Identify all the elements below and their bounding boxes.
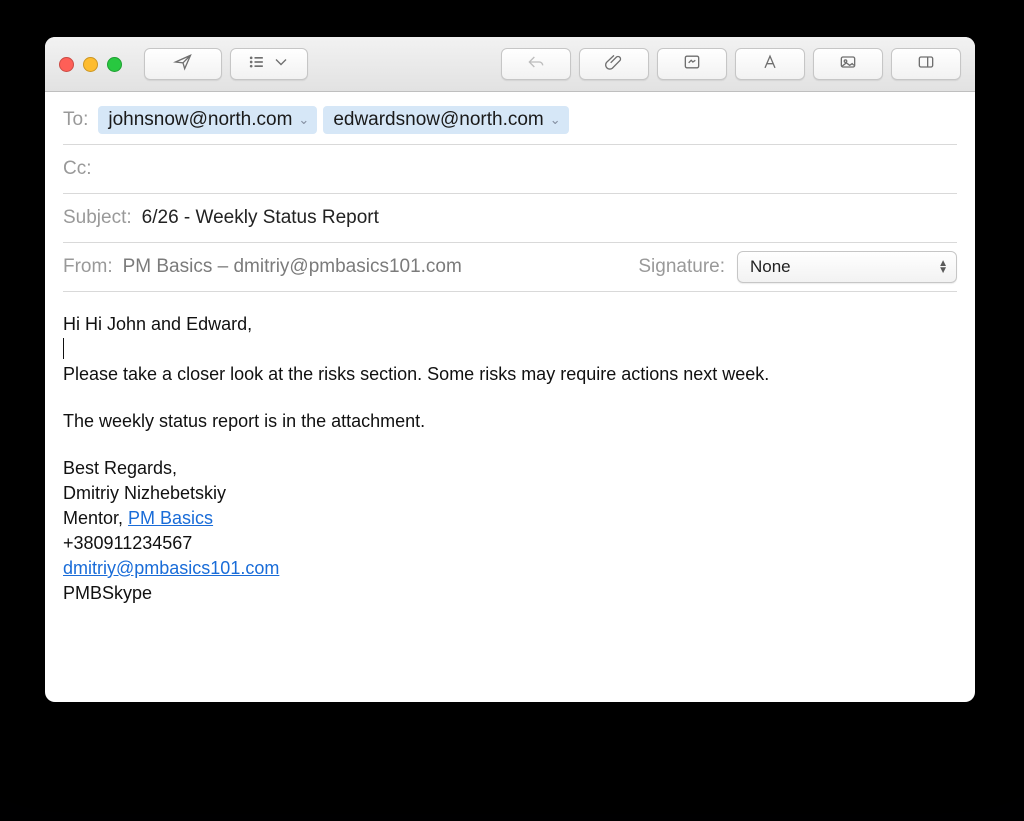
signature-value: None: [750, 257, 791, 277]
send-button[interactable]: [144, 48, 222, 80]
body-role-prefix: Mentor,: [63, 508, 128, 528]
minimize-button[interactable]: [83, 57, 98, 72]
from-value: PM Basics – dmitriy@pmbasics101.com: [123, 256, 462, 278]
recipient-email: johnsnow@north.com: [108, 109, 292, 131]
body-p2: The weekly status report is in the attac…: [63, 409, 957, 434]
message-body[interactable]: Hi Hi John and Edward, Please take a clo…: [45, 292, 975, 702]
chevron-down-icon: ⌄: [550, 112, 561, 128]
body-email-link[interactable]: dmitriy@pmbasics101.com: [63, 558, 279, 578]
recipient-chip[interactable]: johnsnow@north.com ⌄: [98, 106, 317, 134]
from-row: From: PM Basics – dmitriy@pmbasics101.co…: [63, 243, 957, 292]
font-a-icon: [760, 52, 780, 77]
role-link[interactable]: PM Basics: [128, 508, 213, 528]
reply-arrow-icon: [526, 52, 546, 77]
recipient-chip[interactable]: edwardsnow@north.com ⌄: [323, 106, 568, 134]
titlebar: [45, 37, 975, 92]
photo-browser-button[interactable]: [813, 48, 883, 80]
cc-row[interactable]: Cc:: [63, 145, 957, 194]
to-label: To:: [63, 109, 90, 131]
reply-button[interactable]: [501, 48, 571, 80]
subject-label: Subject:: [63, 207, 134, 229]
body-name: Dmitriy Nizhebetskiy: [63, 481, 957, 506]
chevron-down-icon: [271, 52, 291, 77]
signature-select[interactable]: None ▲▼: [737, 251, 957, 283]
header-fields: To: johnsnow@north.com ⌄ edwardsnow@nort…: [45, 92, 975, 292]
attach-button[interactable]: [579, 48, 649, 80]
body-role-line: Mentor, PM Basics: [63, 506, 957, 531]
format-button[interactable]: [735, 48, 805, 80]
list-icon: [247, 52, 267, 77]
body-closing: Best Regards,: [63, 456, 957, 481]
markup-button[interactable]: [657, 48, 727, 80]
zoom-button[interactable]: [107, 57, 122, 72]
stepper-icon: ▲▼: [938, 260, 948, 274]
cc-label: Cc:: [63, 158, 94, 180]
recipient-email: edwardsnow@north.com: [333, 109, 543, 131]
to-chips: johnsnow@north.com ⌄ edwardsnow@north.co…: [98, 106, 568, 134]
body-phone: +380911234567: [63, 531, 957, 556]
compose-window: To: johnsnow@north.com ⌄ edwardsnow@nort…: [45, 37, 975, 702]
paper-plane-icon: [173, 52, 193, 77]
from-label: From:: [63, 256, 115, 278]
chevron-down-icon: ⌄: [298, 112, 309, 128]
body-greeting: Hi Hi John and Edward,: [63, 312, 957, 337]
close-button[interactable]: [59, 57, 74, 72]
sidebar-toggle-button[interactable]: [891, 48, 961, 80]
traffic-lights: [59, 57, 122, 72]
markup-icon: [682, 52, 702, 77]
body-skype: PMBSkype: [63, 581, 957, 606]
header-fields-button[interactable]: [230, 48, 308, 80]
text-caret: [63, 338, 64, 359]
photo-icon: [838, 52, 858, 77]
subject-row[interactable]: Subject: 6/26 - Weekly Status Report: [63, 194, 957, 243]
subject-value: 6/26 - Weekly Status Report: [142, 207, 379, 229]
paperclip-icon: [604, 52, 624, 77]
stage: To: johnsnow@north.com ⌄ edwardsnow@nort…: [0, 0, 1024, 821]
signature-label: Signature:: [638, 256, 727, 278]
body-p1: Please take a closer look at the risks s…: [63, 362, 957, 387]
signature-group: Signature: None ▲▼: [638, 251, 957, 283]
to-row[interactable]: To: johnsnow@north.com ⌄ edwardsnow@nort…: [63, 96, 957, 145]
sidebar-icon: [916, 52, 936, 77]
